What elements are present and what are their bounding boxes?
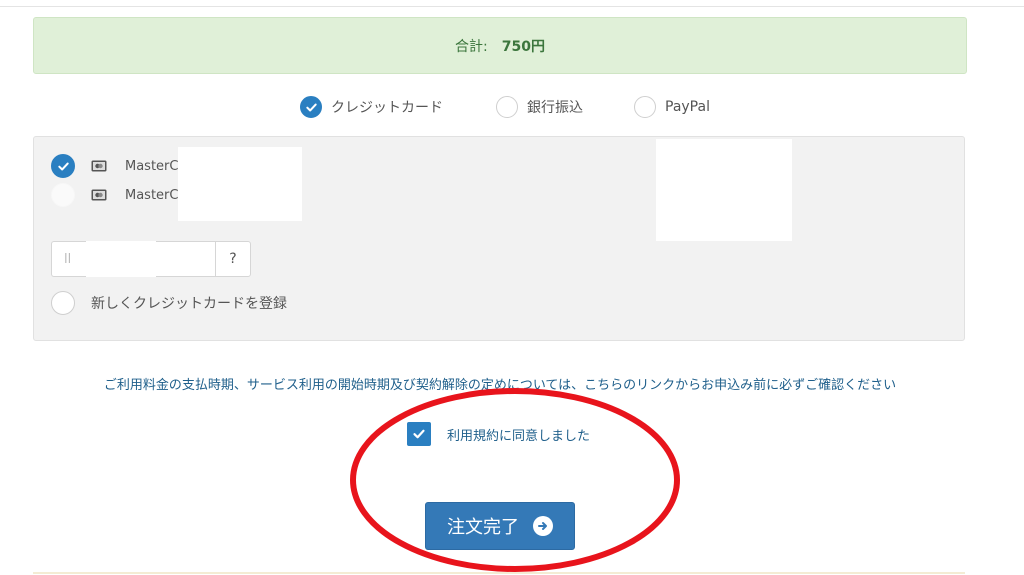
terms-agreement[interactable]: 利用規約に同意しました (407, 422, 590, 446)
payment-method-selector: クレジットカード 銀行振込 PayPal (0, 94, 1024, 120)
check-icon[interactable] (300, 96, 322, 118)
redaction-mask (86, 241, 156, 277)
payment-method-bank-transfer[interactable]: 銀行振込 (496, 94, 583, 120)
bottom-divider (33, 572, 965, 574)
credit-card-panel: MasterC MasterC ll ? 新しくクレジットカードを登録 (33, 136, 965, 341)
payment-method-label: 銀行振込 (527, 100, 583, 116)
redaction-mask (656, 139, 792, 241)
saved-card-1[interactable]: MasterC (51, 154, 178, 178)
check-icon[interactable] (51, 154, 75, 178)
top-divider (0, 0, 1024, 7)
payment-method-label: クレジットカード (331, 100, 443, 116)
security-code-help-button[interactable]: ? (215, 241, 251, 277)
card-brand: MasterC (125, 158, 179, 174)
saved-card-2[interactable]: MasterC (51, 183, 178, 207)
radio-button[interactable] (634, 96, 656, 118)
payment-method-credit-card[interactable]: クレジットカード (300, 94, 443, 120)
terms-agreement-label: 利用規約に同意しました (447, 428, 591, 444)
credit-card-icon (91, 189, 107, 201)
total-label: 合計: (455, 38, 488, 55)
radio-button[interactable] (51, 183, 75, 207)
card-brand: MasterC (125, 187, 179, 203)
arrow-right-circle-icon (533, 516, 553, 536)
total-amount: 750円 (501, 38, 545, 55)
register-new-card-option[interactable]: 新しくクレジットカードを登録 (51, 291, 287, 315)
radio-button[interactable] (496, 96, 518, 118)
payment-method-paypal[interactable]: PayPal (634, 94, 710, 120)
redaction-mask (178, 147, 302, 221)
credit-card-icon (91, 160, 107, 172)
complete-order-button[interactable]: 注文完了 (425, 502, 575, 550)
complete-order-label: 注文完了 (447, 517, 519, 538)
check-icon[interactable] (407, 422, 431, 446)
register-new-card-label: 新しくクレジットカードを登録 (91, 296, 287, 312)
radio-button[interactable] (51, 291, 75, 315)
order-total-bar: 合計: 750円 (33, 17, 967, 74)
payment-method-label: PayPal (665, 99, 710, 115)
terms-notice-link[interactable]: ご利用料金の支払時期、サービス利用の開始時期及び契約解除の定めについては、こちら… (0, 374, 1000, 393)
